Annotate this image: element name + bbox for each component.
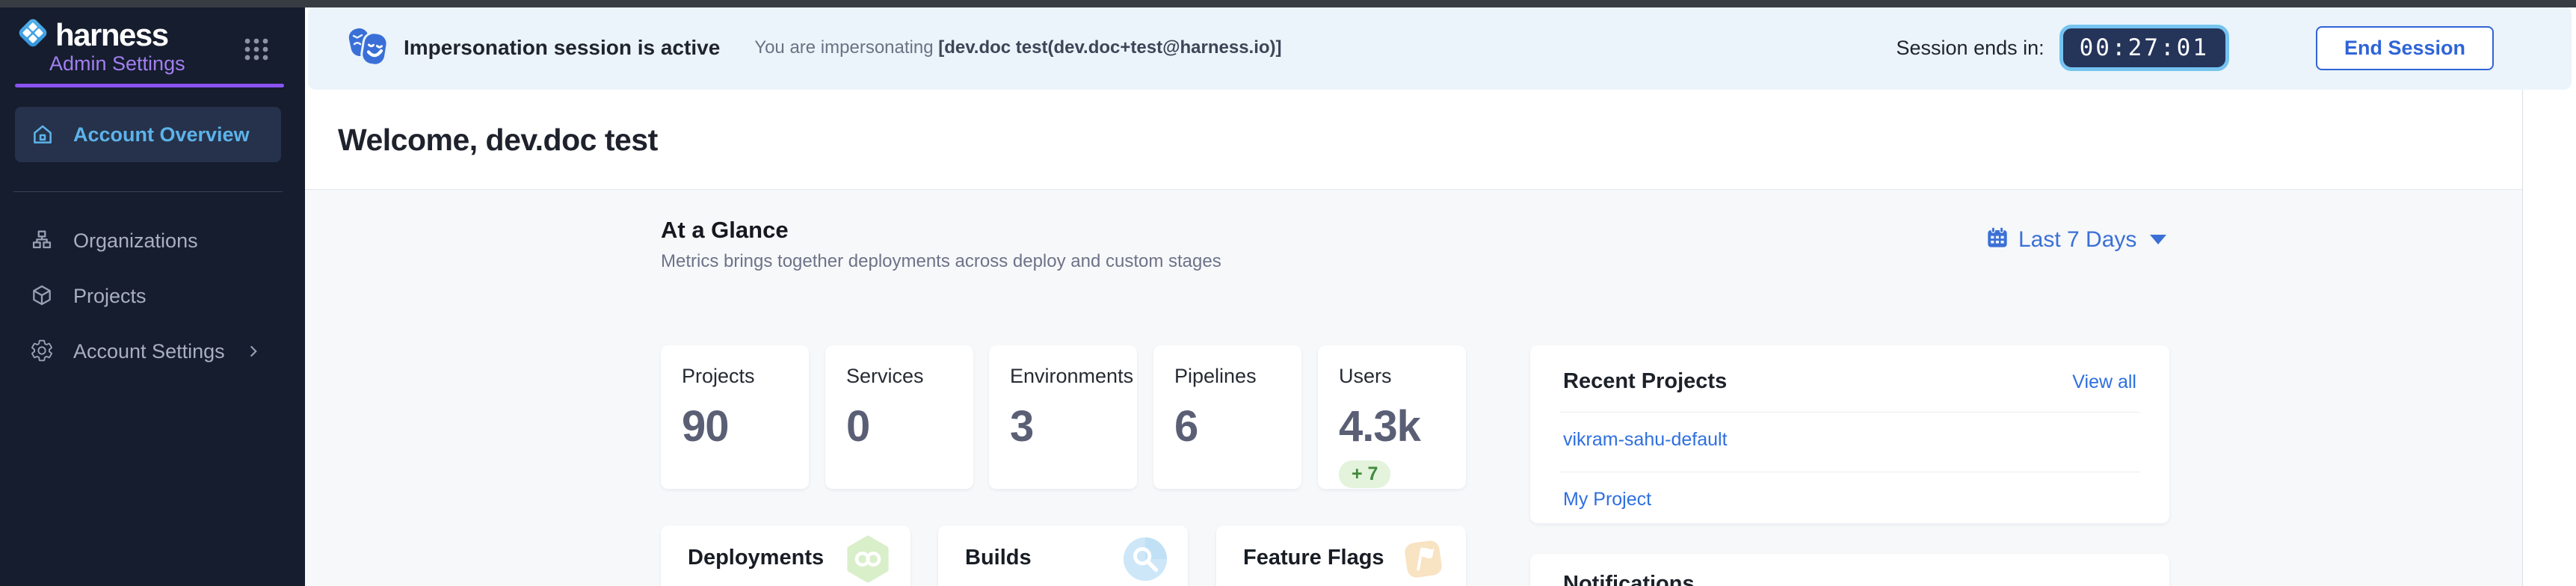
module-card-title: Builds: [965, 534, 1032, 581]
session-ends-label: Session ends in:: [1896, 37, 2045, 60]
calendar-icon: [1985, 226, 2009, 253]
session-timer: 00:27:01: [2059, 25, 2229, 71]
sidebar-subtitle: Admin Settings: [49, 52, 185, 75]
stat-value: 90: [682, 401, 788, 451]
stat-value: 6: [1174, 401, 1281, 451]
sidebar-item-label: Account Settings: [73, 340, 225, 363]
stat-value: 4.3k: [1339, 401, 1445, 451]
gear-icon: [30, 339, 55, 364]
module-card-builds[interactable]: Builds: [938, 525, 1188, 586]
view-all-link[interactable]: View all: [2072, 371, 2136, 393]
window-top-strip: [0, 0, 2576, 7]
chevron-right-icon: [244, 342, 263, 361]
feature-flags-icon: [1400, 534, 1446, 586]
sidebar-item-label: Projects: [73, 285, 147, 308]
recent-projects-title: Recent Projects: [1563, 369, 1727, 394]
module-card-deployments[interactable]: Deployments: [661, 525, 910, 586]
sidebar-item-label: Account Overview: [73, 123, 250, 146]
stat-card-services: Services 0: [825, 345, 973, 489]
sidebar-divider: [13, 191, 283, 192]
project-link[interactable]: vikram-sahu-default: [1563, 429, 2169, 451]
stat-card-projects: Projects 90: [661, 345, 809, 489]
stat-card-environments: Environments 3: [989, 345, 1137, 489]
sidebar-item-projects[interactable]: Projects: [15, 268, 281, 324]
home-icon: [30, 122, 55, 147]
app-launcher-grid-icon[interactable]: [244, 37, 269, 61]
stat-value: 3: [1010, 401, 1116, 451]
sidebar-item-account-overview[interactable]: Account Overview: [15, 107, 281, 162]
end-session-button[interactable]: End Session: [2316, 26, 2494, 70]
builds-icon: [1122, 534, 1168, 586]
projects-cube-icon: [30, 283, 55, 309]
sidebar-item-organizations[interactable]: Organizations: [15, 213, 281, 268]
sidebar-item-account-settings[interactable]: Account Settings: [15, 324, 281, 379]
stat-label: Environments: [1010, 365, 1116, 388]
banner-subtitle: You are impersonating [dev.doc test(dev.…: [754, 37, 1281, 58]
date-range-filter[interactable]: Last 7 Days: [1985, 226, 2166, 253]
at-a-glance-subtitle: Metrics brings together deployments acro…: [661, 251, 1221, 272]
impersonation-banner: Impersonation session is active You are …: [308, 6, 2572, 90]
stat-label: Services: [846, 365, 952, 388]
harness-logo-text: harness: [55, 17, 168, 53]
banner-title: Impersonation session is active: [404, 36, 720, 60]
caret-down-icon: [2150, 235, 2166, 244]
harness-logo-icon: [15, 15, 51, 55]
sidebar: harness Admin Settings Account Overview: [0, 0, 305, 586]
scrollbar-gutter: [2522, 90, 2576, 586]
recent-projects-card: Recent Projects View all vikram-sahu-def…: [1530, 345, 2169, 523]
theater-masks-icon: [344, 25, 392, 72]
banner-subtitle-prefix: You are impersonating: [754, 37, 933, 58]
stat-value: 0: [846, 401, 952, 451]
module-card-title: Feature Flags: [1243, 534, 1384, 581]
sidebar-underline: [15, 84, 284, 87]
sidebar-item-label: Organizations: [73, 229, 198, 253]
deployments-icon: [845, 534, 891, 586]
divider: [1560, 412, 2139, 413]
project-link[interactable]: My Project: [1563, 489, 2169, 511]
date-range-label: Last 7 Days: [2018, 227, 2136, 253]
page-title: Welcome, dev.doc test: [338, 123, 658, 158]
page-header: Welcome, dev.doc test: [305, 90, 2522, 190]
notifications-title: Notifications: [1563, 572, 2136, 586]
users-delta-badge: + 7: [1339, 460, 1390, 488]
at-a-glance-title: At a Glance: [661, 217, 789, 244]
stat-card-users: Users 4.3k + 7: [1318, 345, 1466, 489]
harness-logo: harness: [15, 15, 168, 55]
module-card-title: Deployments: [688, 534, 824, 581]
stat-label: Users: [1339, 365, 1445, 388]
stat-card-pipelines: Pipelines 6: [1153, 345, 1301, 489]
notifications-card: Notifications: [1530, 554, 2169, 586]
impersonated-user: [dev.doc test(dev.doc+test@harness.io)]: [938, 37, 1281, 58]
module-card-feature-flags[interactable]: Feature Flags: [1216, 525, 1466, 586]
stat-label: Pipelines: [1174, 365, 1281, 388]
stat-label: Projects: [682, 365, 788, 388]
organizations-icon: [30, 228, 55, 253]
